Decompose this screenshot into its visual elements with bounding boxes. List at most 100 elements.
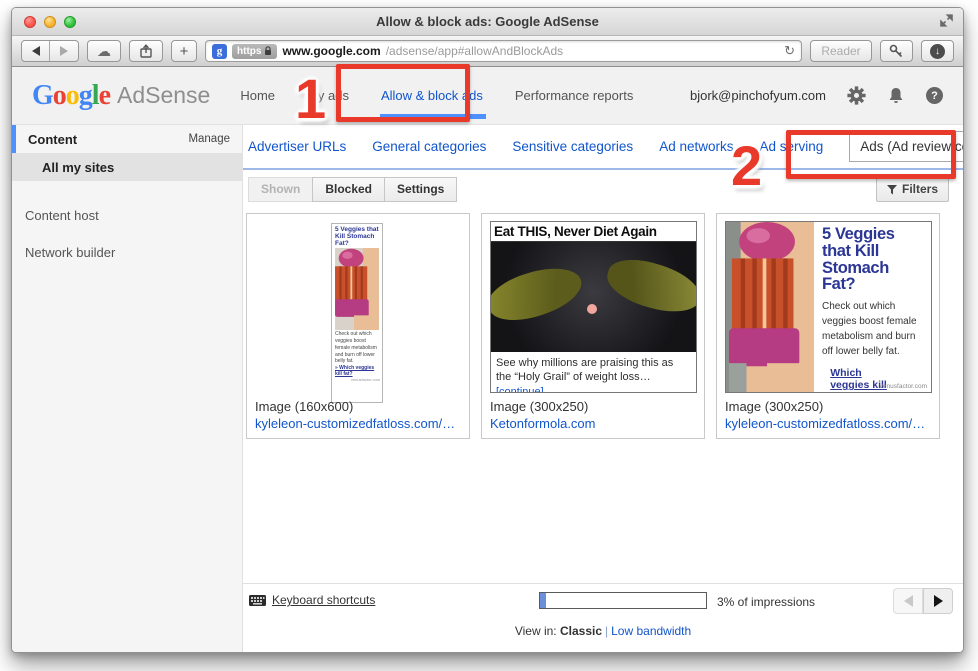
url-domain: www.google.com — [282, 44, 380, 58]
back-icon — [32, 46, 40, 56]
ad-size-label: Image (300x250) — [725, 399, 823, 414]
tab-sensitive-categories[interactable]: Sensitive categories — [512, 139, 633, 154]
settings-button[interactable]: Settings — [384, 177, 457, 202]
settings-gear-icon[interactable] — [847, 86, 866, 105]
ad-body: Check out which veggies boost female met… — [332, 330, 382, 365]
titlebar: Allow & block ads: Google AdSense — [12, 8, 963, 36]
ad-headline: 5 Veggies that Kill Stomach Fat? — [332, 224, 382, 248]
ad-card[interactable]: 5 Veggies that Kill Stomach Fat? — [246, 213, 470, 439]
manage-link[interactable]: Manage — [188, 133, 230, 145]
sidebar-section-content: Content Manage — [12, 125, 242, 153]
notifications-bell-icon[interactable] — [887, 86, 905, 105]
window-title: Allow & block ads: Google AdSense — [12, 14, 963, 29]
keyboard-shortcuts-link[interactable]: Keyboard shortcuts — [272, 593, 375, 607]
key-icon — [889, 44, 904, 59]
password-extension-button[interactable] — [880, 40, 913, 62]
https-label: https — [237, 46, 261, 57]
ad-card[interactable]: Eat THIS, Never Diet Again See why milli… — [481, 213, 705, 439]
reader-button[interactable]: Reader — [810, 40, 872, 62]
ad-size-label: Image (160x600) — [255, 399, 353, 414]
ad-attribution: venusfactor.com — [332, 377, 382, 382]
new-tab-button[interactable]: + — [171, 40, 197, 62]
forward-icon — [60, 46, 68, 56]
annotation-number-2: 2 — [731, 133, 762, 198]
sidebar-item-content-host[interactable]: Content host — [12, 205, 242, 225]
ad-advertiser-link[interactable]: Ketonformola.com — [490, 416, 596, 431]
tab-ad-networks[interactable]: Ad networks — [659, 139, 733, 154]
filter-funnel-icon — [887, 185, 897, 195]
ad-cta-link[interactable]: » Which veggies kill fat? — [332, 365, 382, 377]
ad-body: See why millions are praising this as th… — [491, 352, 696, 393]
keyboard-icon — [249, 595, 266, 606]
previous-page-button[interactable] — [893, 588, 923, 614]
google-logo: Google — [32, 80, 110, 112]
adsense-header: Google AdSense Home My ads Allow & block… — [12, 67, 963, 125]
ad-headline: Eat THIS, Never Diet Again — [491, 222, 696, 242]
sidebar-item-all-my-sites[interactable]: All my sites — [12, 153, 242, 181]
annotation-box-1 — [336, 64, 470, 122]
annotation-number-1: 1 — [295, 66, 326, 131]
nav-home[interactable]: Home — [240, 88, 275, 103]
url-path: /adsense/app#allowAndBlockAds — [386, 44, 563, 58]
browser-toolbar: ☁ + g https www.google.com/adsense/app#a… — [12, 36, 963, 67]
account-email: bjork@pinchofyum.com — [690, 88, 826, 103]
ad-size-label: Image (300x250) — [490, 399, 588, 414]
ad-body: Check out which veggies boost female met… — [822, 299, 924, 359]
nav-performance-reports[interactable]: Performance reports — [515, 88, 634, 103]
download-icon: ↓ — [930, 44, 945, 59]
main-panel: Advertiser URLs General categories Sensi… — [243, 125, 963, 652]
sidebar-item-network-builder[interactable]: Network builder — [12, 242, 242, 262]
https-badge: https — [232, 44, 277, 59]
tab-general-categories[interactable]: General categories — [372, 139, 486, 154]
cloud-icon: ☁ — [97, 43, 111, 60]
browser-window: Allow & block ads: Google AdSense ☁ + g … — [11, 7, 964, 653]
history-nav-group — [21, 40, 79, 62]
plus-icon: + — [180, 43, 189, 60]
ad-photo-finger-lime — [491, 242, 696, 352]
ad-card[interactable]: 5 Veggies that Kill Stomach Fat? Check o… — [716, 213, 940, 439]
ad-advertiser-link[interactable]: kyleleon-customizedfatloss.com/… — [725, 416, 925, 431]
blocked-button[interactable]: Blocked — [312, 177, 385, 202]
low-bandwidth-link[interactable]: Low bandwidth — [611, 624, 691, 638]
sidebar: Content Manage All my sites Content host… — [12, 125, 243, 652]
ad-torso-graphic — [335, 248, 379, 330]
bottom-bar: Keyboard shortcuts 3% of impressions — [243, 583, 963, 617]
reload-icon[interactable]: ↻ — [784, 43, 795, 59]
ad-cta-link[interactable]: [continue] — [496, 386, 544, 393]
address-bar[interactable]: g https www.google.com/adsense/app#allow… — [205, 40, 802, 62]
forward-button[interactable] — [50, 41, 78, 61]
ad-review-grid: 5 Veggies that Kill Stomach Fat? — [246, 213, 940, 439]
shown-button[interactable]: Shown — [248, 177, 313, 202]
ad-advertiser-link[interactable]: kyleleon-customizedfatloss.com/… — [255, 416, 455, 431]
filters-button[interactable]: Filters — [876, 177, 949, 202]
icloud-tabs-button[interactable]: ☁ — [87, 40, 121, 62]
sidebar-section-label: Content — [28, 132, 77, 147]
annotation-box-2 — [786, 130, 956, 179]
share-button[interactable] — [129, 40, 163, 62]
ad-attribution: venusfactor.com — [880, 383, 927, 390]
impressions-progress-bar — [539, 592, 707, 609]
ad-creative-300x250: Eat THIS, Never Diet Again See why milli… — [490, 221, 697, 393]
adsense-wordmark: AdSense — [117, 82, 210, 109]
view-toggle-row: ShownBlockedSettings Filters — [248, 177, 963, 203]
ad-headline: 5 Veggies that Kill Stomach Fat? — [822, 226, 924, 293]
downloads-button[interactable]: ↓ — [921, 40, 954, 62]
next-page-button[interactable] — [923, 588, 953, 614]
google-favicon: g — [212, 44, 227, 59]
view-classic-option[interactable]: Classic — [560, 624, 602, 638]
help-icon[interactable]: ? — [926, 87, 943, 104]
view-in-row: View in: Classic|Low bandwidth — [243, 624, 963, 638]
progress-fill — [540, 593, 546, 608]
next-icon — [934, 595, 943, 607]
lock-icon — [264, 46, 272, 56]
tab-advertiser-urls[interactable]: Advertiser URLs — [248, 139, 346, 154]
ad-torso-graphic — [726, 222, 814, 392]
back-button[interactable] — [22, 41, 50, 61]
share-icon — [139, 44, 153, 58]
ad-creative-160x600: 5 Veggies that Kill Stomach Fat? — [331, 223, 383, 403]
ad-creative-300x250: 5 Veggies that Kill Stomach Fat? Check o… — [725, 221, 932, 393]
view-in-label: View in: — [515, 624, 557, 638]
previous-icon — [904, 595, 913, 607]
fullscreen-icon[interactable] — [940, 14, 953, 27]
impressions-label: 3% of impressions — [717, 595, 815, 609]
